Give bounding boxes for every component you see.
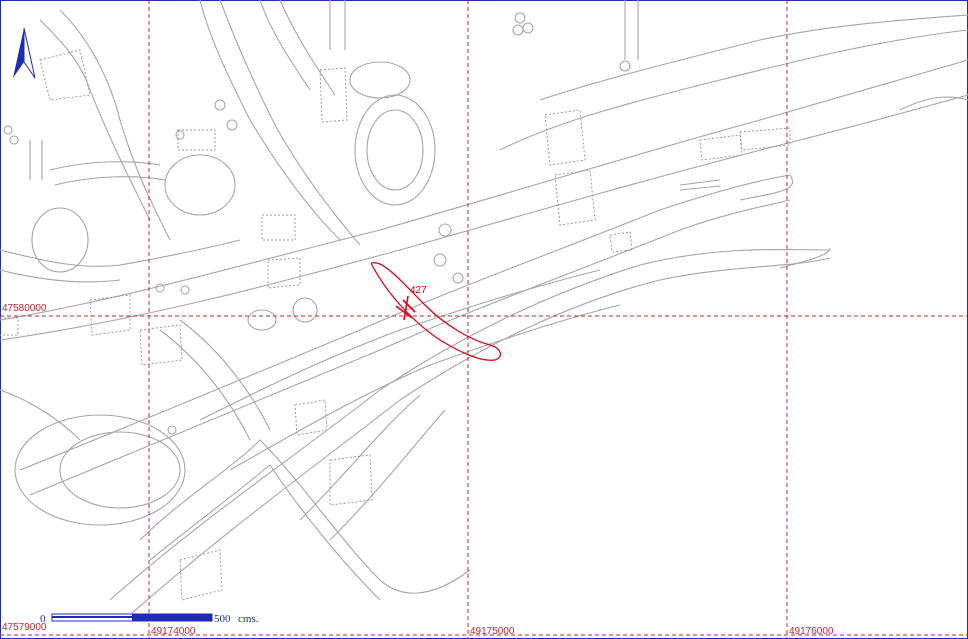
excavation-outlines [0,0,968,616]
grid-label-x-2: 49175000 [470,626,515,637]
scale-unit-label: cms. [238,613,259,625]
scale-start-label: 0 [40,613,46,625]
scale-end-label: 500 [214,613,231,625]
excavation-map: 49174000 49175000 49176000 47580000 4757… [0,0,968,639]
grid-label-x-3: 49176000 [789,626,834,637]
grid-label-y-1: 47580000 [2,303,47,314]
grid-label-x-1: 49174000 [151,626,196,637]
north-arrow-icon [13,27,36,79]
hatched-sections [0,49,791,601]
map-frame [0,0,968,639]
coordinate-grid [0,0,968,639]
feature-427-label: 427 [410,285,427,296]
